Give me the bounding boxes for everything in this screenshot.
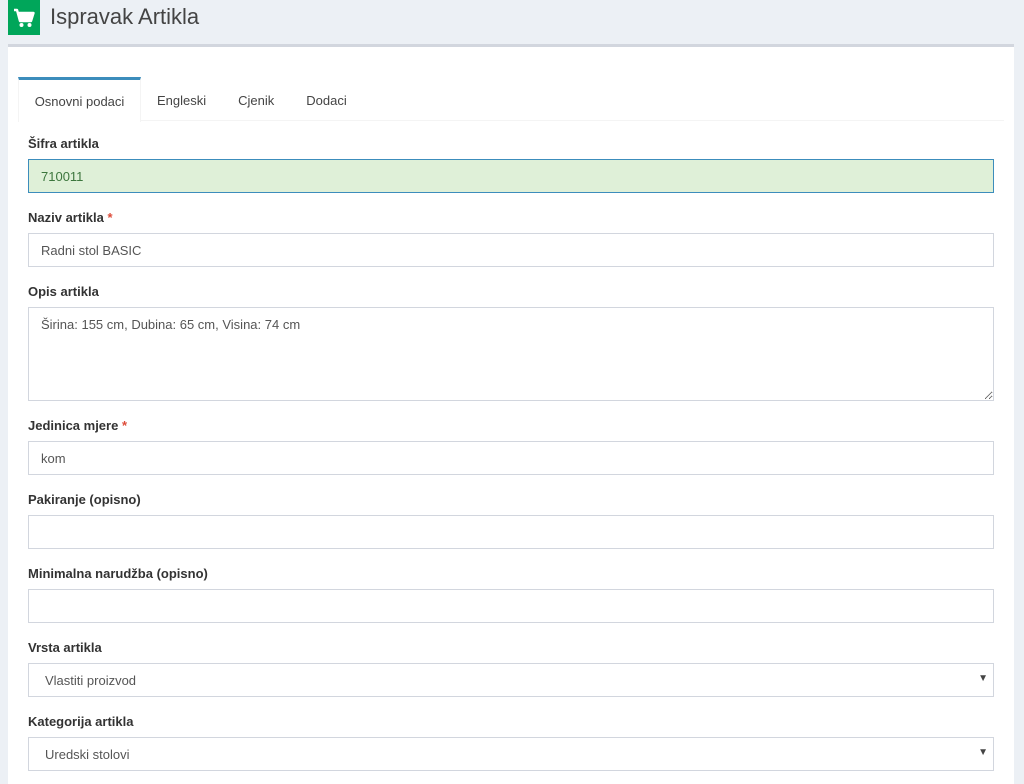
- page-header: Ispravak Artikla: [0, 0, 1024, 44]
- vrsta-select[interactable]: Vlastiti proizvod ▼: [28, 663, 994, 697]
- jedinica-label: Jedinica mjere *: [28, 418, 128, 433]
- naziv-label: Naziv artikla *: [28, 210, 113, 225]
- form-box: Osnovni podaci Engleski Cjenik Dodaci Ši…: [8, 44, 1014, 784]
- sifra-input[interactable]: [28, 159, 994, 193]
- kategorija-select[interactable]: Uredski stolovi ▼: [28, 737, 994, 771]
- tab-engleski[interactable]: Engleski: [141, 77, 222, 121]
- tab-bar: Osnovni podaci Engleski Cjenik Dodaci: [18, 77, 1004, 122]
- min-narudzba-input[interactable]: [28, 589, 994, 623]
- required-marker: *: [121, 418, 128, 433]
- tab-dodaci[interactable]: Dodaci: [290, 77, 362, 121]
- shopping-cart-icon: [8, 0, 40, 35]
- dropdown-arrow-icon: ▼: [978, 747, 988, 758]
- pakiranje-input[interactable]: [28, 515, 994, 549]
- vrsta-label: Vrsta artikla: [28, 640, 102, 655]
- required-marker: *: [107, 210, 113, 225]
- pakiranje-label: Pakiranje (opisno): [28, 492, 141, 507]
- naziv-input[interactable]: [28, 233, 994, 267]
- tab-osnovni-podaci[interactable]: Osnovni podaci: [18, 77, 141, 122]
- sifra-label: Šifra artikla: [28, 136, 99, 151]
- tab-cjenik[interactable]: Cjenik: [222, 77, 290, 121]
- jedinica-input[interactable]: [28, 441, 994, 475]
- page-title: Ispravak Artikla: [50, 4, 200, 29]
- opis-textarea[interactable]: Širina: 155 cm, Dubina: 65 cm, Visina: 7…: [28, 307, 994, 401]
- opis-label: Opis artikla: [28, 284, 99, 299]
- min-narudzba-label: Minimalna narudžba (opisno): [28, 566, 208, 581]
- vrsta-selected-value: Vlastiti proizvod: [45, 672, 137, 688]
- dropdown-arrow-icon: ▼: [978, 673, 988, 684]
- kategorija-label: Kategorija artikla: [28, 714, 134, 729]
- kategorija-selected-value: Uredski stolovi: [45, 746, 130, 762]
